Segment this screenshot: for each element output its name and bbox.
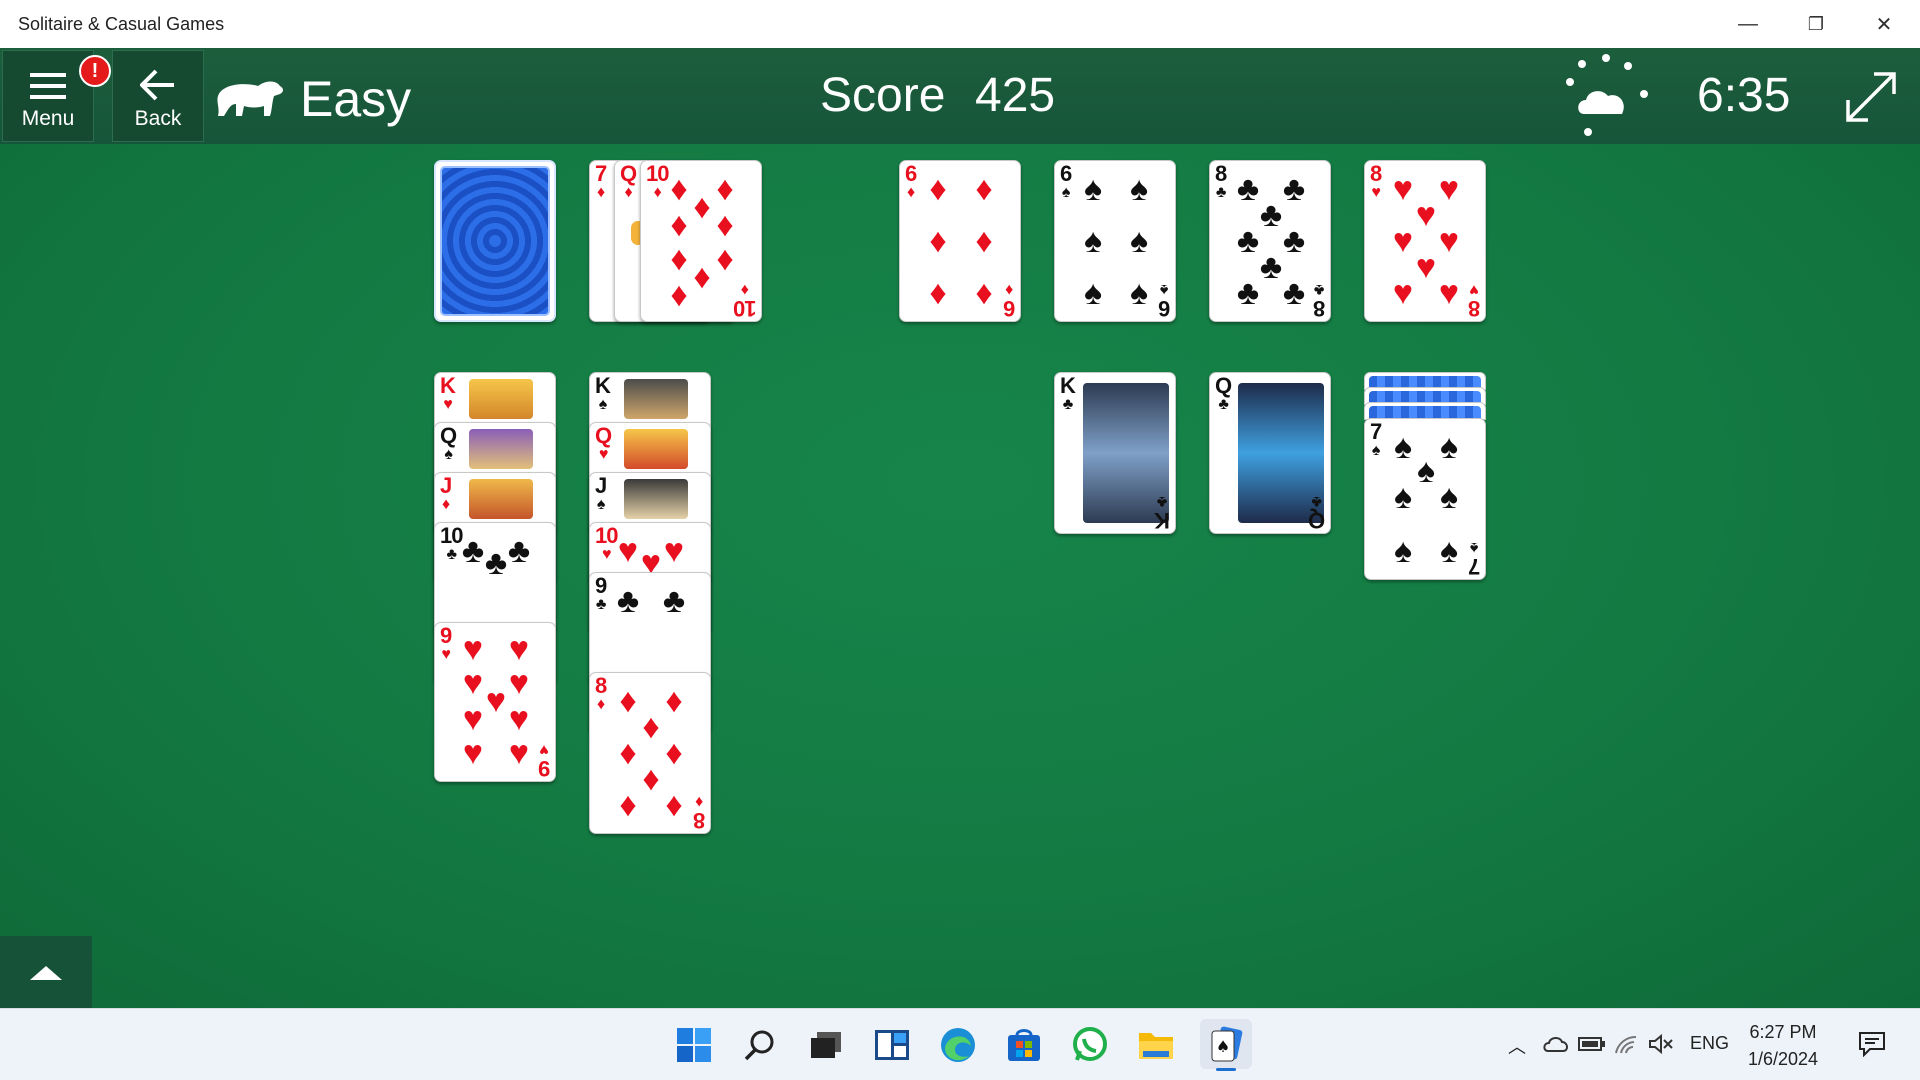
wifi-icon[interactable] — [1614, 1033, 1640, 1055]
notifications-icon[interactable] — [1858, 1031, 1886, 1057]
clock-time: 6:27 PM — [1749, 1022, 1817, 1042]
task-view-icon[interactable] — [804, 1023, 848, 1067]
window-title: Solitaire & Casual Games — [18, 14, 225, 34]
battery-icon[interactable] — [1578, 1035, 1606, 1053]
tableau-6-k-clubs[interactable]: K ♣ K ♣ — [1054, 372, 1176, 534]
jack-face-art — [469, 479, 533, 519]
chevron-up-icon — [30, 966, 62, 980]
queen-face-art — [469, 429, 533, 469]
foundation-2-6-spades[interactable]: 6 ♠ ♠ ♠ ♠ ♠ ♠ ♠ 6 ♠ — [1054, 160, 1176, 322]
language-indicator[interactable]: ENG — [1690, 1033, 1729, 1054]
expand-icon[interactable] — [1844, 70, 1898, 124]
menu-notification-badge: ! — [79, 55, 111, 87]
minimize-button[interactable]: — — [1714, 0, 1782, 48]
edge-icon[interactable] — [936, 1023, 980, 1067]
foundation-4-8-hearts[interactable]: 8 ♥ ♥ ♥ ♥ ♥ ♥ ♥ ♥ ♥ 8 ♥ — [1364, 160, 1486, 322]
weather-icon[interactable] — [1562, 54, 1652, 140]
svg-text:♠: ♠ — [1216, 1037, 1230, 1056]
title-bar: Solitaire & Casual Games — ❐ ✕ — [0, 0, 1920, 48]
game-board: Menu ! Back Easy Score 425 6:35 7♦ Q♦ — [0, 48, 1920, 1008]
back-label: Back — [134, 107, 182, 130]
back-button[interactable]: Back — [112, 50, 204, 142]
whatsapp-icon[interactable] — [1068, 1023, 1112, 1067]
polar-bear-icon — [217, 81, 283, 116]
card-back — [440, 166, 550, 316]
widgets-icon[interactable] — [870, 1023, 914, 1067]
active-app-indicator — [1216, 1068, 1236, 1071]
clock-date: 1/6/2024 — [1748, 1049, 1819, 1069]
onedrive-icon[interactable] — [1542, 1033, 1570, 1055]
volume-muted-icon[interactable] — [1648, 1033, 1674, 1055]
taskbar: ♠ ︿ ENG 6:27 PM 1/6/2024 — [0, 1008, 1920, 1080]
system-clock[interactable]: 6:27 PM 1/6/2024 — [1748, 1019, 1818, 1073]
hamburger-icon — [30, 73, 66, 99]
score-value: 425 — [975, 69, 1056, 122]
game-timer: 6:35 — [1697, 69, 1791, 122]
file-explorer-icon[interactable] — [1134, 1023, 1178, 1067]
menu-label: Menu — [21, 107, 75, 130]
tableau-2-8-diamonds[interactable]: 8 ♦ ♦ ♦ ♦ ♦ ♦ ♦ ♦ ♦ 8 ♦ — [589, 672, 711, 834]
king-face-art — [624, 379, 688, 419]
solitaire-icon[interactable]: ♠ — [1200, 1019, 1252, 1071]
show-hidden-icons[interactable]: ︿ — [1508, 1033, 1526, 1059]
foundation-1-6-diamonds[interactable]: 6 ♦ ♦ ♦ ♦ ♦ ♦ ♦ 6 ♦ — [899, 160, 1021, 322]
start-icon[interactable] — [672, 1023, 716, 1067]
king-face-art — [469, 379, 533, 419]
restore-button[interactable]: ❐ — [1782, 0, 1850, 48]
tableau-8-7-spades[interactable]: 7 ♠ ♠ ♠ ♠ ♠ ♠ ♠ ♠ 7 ♠ — [1364, 418, 1486, 580]
queen-face-art — [624, 429, 688, 469]
jack-face-art — [624, 479, 688, 519]
tableau-7-q-clubs[interactable]: Q ♣ Q ♣ — [1209, 372, 1331, 534]
waste-top-card-10-diamonds[interactable]: 10 ♦ ♦ ♦ ♦ ♦ ♦ ♦ ♦ ♦ ♦ 10 ♦ — [640, 160, 762, 322]
game-header: Menu ! Back Easy Score 425 6:35 — [0, 48, 1920, 144]
stock-pile[interactable] — [434, 160, 556, 322]
tableau-1-9-hearts[interactable]: 9 ♥ ♥ ♥ ♥ ♥ ♥ ♥ ♥ ♥ ♥ 9 ♥ — [434, 622, 556, 782]
menu-button[interactable]: Menu ! — [2, 50, 111, 142]
store-icon[interactable] — [1002, 1023, 1046, 1067]
score-label: Score — [820, 69, 946, 122]
back-arrow-icon — [140, 69, 174, 101]
panel-toggle-button[interactable] — [0, 936, 92, 1008]
search-icon[interactable] — [738, 1023, 782, 1067]
close-button[interactable]: ✕ — [1850, 0, 1918, 48]
foundation-3-8-clubs[interactable]: 8 ♣ ♣ ♣ ♣ ♣ ♣ ♣ ♣ ♣ 8 ♣ — [1209, 160, 1331, 322]
difficulty-label: Easy — [300, 71, 412, 127]
